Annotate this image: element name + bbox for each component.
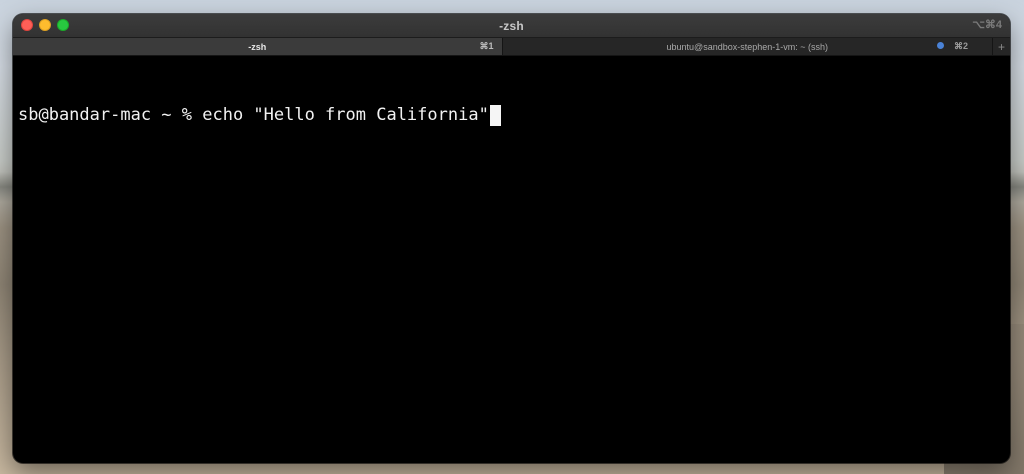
tab-label: -zsh (248, 41, 267, 52)
activity-indicator-icon (937, 42, 945, 49)
plus-icon[interactable]: + (992, 38, 1010, 55)
tab-shortcut: ⌘2 (954, 41, 969, 51)
window-title: -zsh (499, 18, 524, 33)
tab-ssh[interactable]: ubuntu@sandbox-stephen-1-vm: ~ (ssh) ⌘2 (501, 38, 993, 55)
shell-prompt: sb@bandar-mac ~ % (18, 105, 203, 125)
tab-zsh[interactable]: -zsh ⌘1 (13, 38, 502, 55)
tab-label: ubuntu@sandbox-stephen-1-vm: ~ (ssh) (666, 41, 828, 52)
title-bar[interactable]: -zsh ⌥⌘4 (13, 14, 1010, 37)
terminal-output[interactable]: sb@bandar-mac ~ % echo "Hello from Calif… (13, 56, 1010, 461)
maximize-icon[interactable] (57, 19, 69, 31)
window-shortcut: ⌥⌘4 (972, 19, 1002, 31)
new-tab-label: + (998, 39, 1006, 54)
command-text: echo "Hello from California" (202, 105, 489, 125)
terminal-window: -zsh ⌥⌘4 -zsh ⌘1 ubuntu@sandbox-stephen-… (13, 14, 1010, 463)
command-line: sb@bandar-mac ~ % echo "Hello from Calif… (18, 104, 1005, 126)
tab-shortcut: ⌘1 (479, 41, 494, 51)
tab-bar: -zsh ⌘1 ubuntu@sandbox-stephen-1-vm: ~ (… (13, 37, 1010, 56)
minimize-icon[interactable] (39, 19, 51, 31)
window-controls (21, 19, 69, 31)
close-icon[interactable] (21, 19, 33, 31)
text-cursor (489, 104, 501, 126)
